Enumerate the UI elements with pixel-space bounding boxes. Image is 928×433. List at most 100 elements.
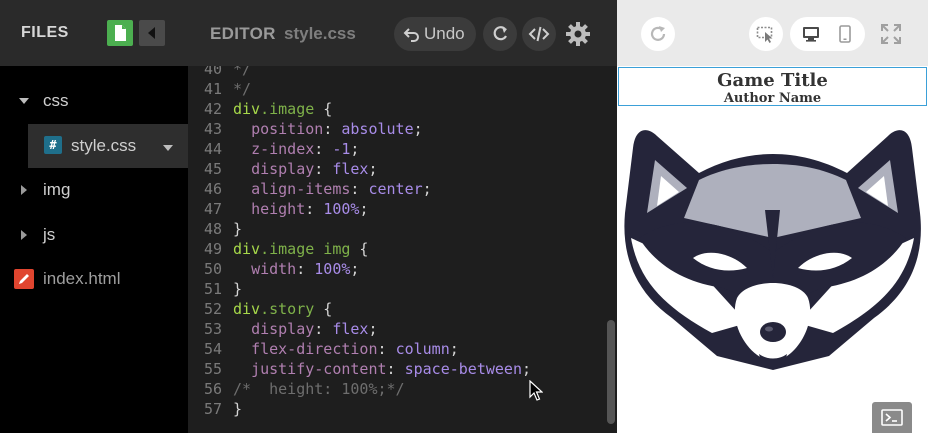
editor-header: EDITOR style.css Undo: [188, 0, 617, 66]
line-number: 55: [203, 360, 222, 378]
caret-right-icon: [21, 185, 27, 195]
line-number: 48: [203, 220, 222, 238]
code-icon: [528, 26, 550, 42]
inspect-icon: [756, 26, 773, 43]
code-text: width: 100%;: [251, 260, 360, 278]
undo-icon: [403, 28, 419, 42]
code-text: }: [233, 400, 243, 418]
caret-down-icon: [19, 98, 29, 104]
files-title: FILES: [21, 24, 69, 41]
line-number: 57: [203, 400, 222, 418]
code-line[interactable]: 53 display: flex;: [188, 319, 617, 339]
line-number: 54: [203, 340, 222, 358]
undo-button[interactable]: Undo: [394, 17, 476, 51]
code-text: height: 100%;: [251, 200, 369, 218]
settings-button[interactable]: [561, 17, 595, 51]
editor-pane: EDITOR style.css Undo 40 */ 41 */ 42 div…: [188, 0, 617, 433]
line-number: 44: [203, 140, 222, 158]
folder-label: js: [43, 225, 56, 244]
line-number: 40: [203, 66, 222, 78]
scrollbar-thumb[interactable]: [607, 320, 615, 424]
file-menu-caret-icon[interactable]: [162, 142, 174, 154]
line-number: 42: [203, 100, 222, 118]
file-index-html[interactable]: index.html: [0, 257, 188, 301]
code-line[interactable]: 51}: [188, 279, 617, 299]
code-text: flex-direction: column;: [251, 340, 459, 358]
html-file-icon: [14, 269, 34, 289]
game-title-box[interactable]: Game Title Author Name: [618, 67, 927, 106]
files-pane: FILES css # style.css img js index.html: [0, 0, 188, 433]
code-line[interactable]: 55 justify-content: space-between;: [188, 359, 617, 379]
editor-title: EDITOR: [210, 24, 276, 43]
code-line[interactable]: 41 */: [188, 79, 617, 99]
code-line[interactable]: 44 z-index: -1;: [188, 139, 617, 159]
code-line[interactable]: 50 width: 100%;: [188, 259, 617, 279]
code-text: */: [233, 66, 252, 78]
mouse-pointer-icon: [529, 380, 543, 401]
code-text: display: flex;: [251, 320, 378, 338]
code-text: div.story {: [233, 300, 333, 318]
console-icon: [881, 409, 903, 426]
device-toggle-group: [790, 17, 865, 51]
line-number: 46: [203, 180, 222, 198]
code-line[interactable]: 49 div.image img {: [188, 239, 617, 259]
code-text: z-index: -1;: [251, 140, 360, 158]
code-text: }: [233, 220, 243, 238]
code-text: position: absolute;: [251, 120, 423, 138]
code-text: div.image {: [233, 100, 333, 118]
line-number: 43: [203, 120, 222, 138]
code-line[interactable]: 54 flex-direction: column;: [188, 339, 617, 359]
code-line[interactable]: 52 div.story {: [188, 299, 617, 319]
caret-right-icon: [21, 230, 27, 240]
redo-button[interactable]: [483, 17, 517, 51]
embed-code-button[interactable]: [522, 17, 556, 51]
code-text: }: [233, 280, 243, 298]
code-line[interactable]: 45 display: flex;: [188, 159, 617, 179]
fullscreen-icon: [881, 24, 901, 44]
collapse-pane-button[interactable]: [139, 20, 165, 46]
line-number: 52: [203, 300, 222, 318]
desktop-icon[interactable]: [801, 24, 821, 44]
line-number: 41: [203, 80, 222, 98]
line-number: 49: [203, 240, 222, 258]
code-text: align-items: center;: [251, 180, 432, 198]
game-title: Game Title: [717, 70, 828, 91]
line-number: 45: [203, 160, 222, 178]
file-label: index.html: [43, 269, 121, 288]
line-number: 56: [203, 380, 222, 398]
raccoon-logo-image: [624, 130, 921, 370]
folder-js[interactable]: js: [0, 213, 188, 257]
code-line[interactable]: 48}: [188, 219, 617, 239]
line-number: 47: [203, 200, 222, 218]
code-line[interactable]: 46 align-items: center;: [188, 179, 617, 199]
console-button[interactable]: [872, 402, 912, 433]
code-line[interactable]: 40 */: [188, 66, 617, 79]
code-text: justify-content: space-between;: [251, 360, 532, 378]
chevron-left-icon: [148, 27, 155, 39]
redo-icon: [493, 26, 507, 41]
file-style-css[interactable]: # style.css: [28, 124, 188, 168]
folder-css[interactable]: css: [0, 79, 188, 123]
new-file-icon: [115, 25, 126, 41]
preview-pane: Game Title Author Name: [617, 0, 928, 433]
inspect-button[interactable]: [749, 17, 783, 51]
folder-label: css: [43, 91, 69, 110]
code-line[interactable]: 57}: [188, 399, 617, 419]
code-text: div.image img {: [233, 240, 369, 258]
code-line[interactable]: 47 height: 100%;: [188, 199, 617, 219]
fullscreen-button[interactable]: [874, 17, 908, 51]
code-text: /* height: 100%;*/: [233, 380, 405, 398]
code-line[interactable]: 56 /* height: 100%;*/: [188, 379, 617, 399]
folder-img[interactable]: img: [0, 168, 188, 212]
editor-scrollbar[interactable]: [607, 66, 615, 433]
mobile-icon[interactable]: [835, 24, 855, 44]
code-line[interactable]: 42 div.image {: [188, 99, 617, 119]
line-number: 50: [203, 260, 222, 278]
line-number: 53: [203, 320, 222, 338]
new-file-button[interactable]: [107, 20, 133, 46]
code-area[interactable]: 40 */41 */42 div.image {43 position: absolu…: [188, 66, 617, 433]
refresh-button[interactable]: [641, 17, 675, 51]
gear-icon: [566, 22, 590, 46]
code-text: */: [233, 80, 252, 98]
code-line[interactable]: 43 position: absolute;: [188, 119, 617, 139]
